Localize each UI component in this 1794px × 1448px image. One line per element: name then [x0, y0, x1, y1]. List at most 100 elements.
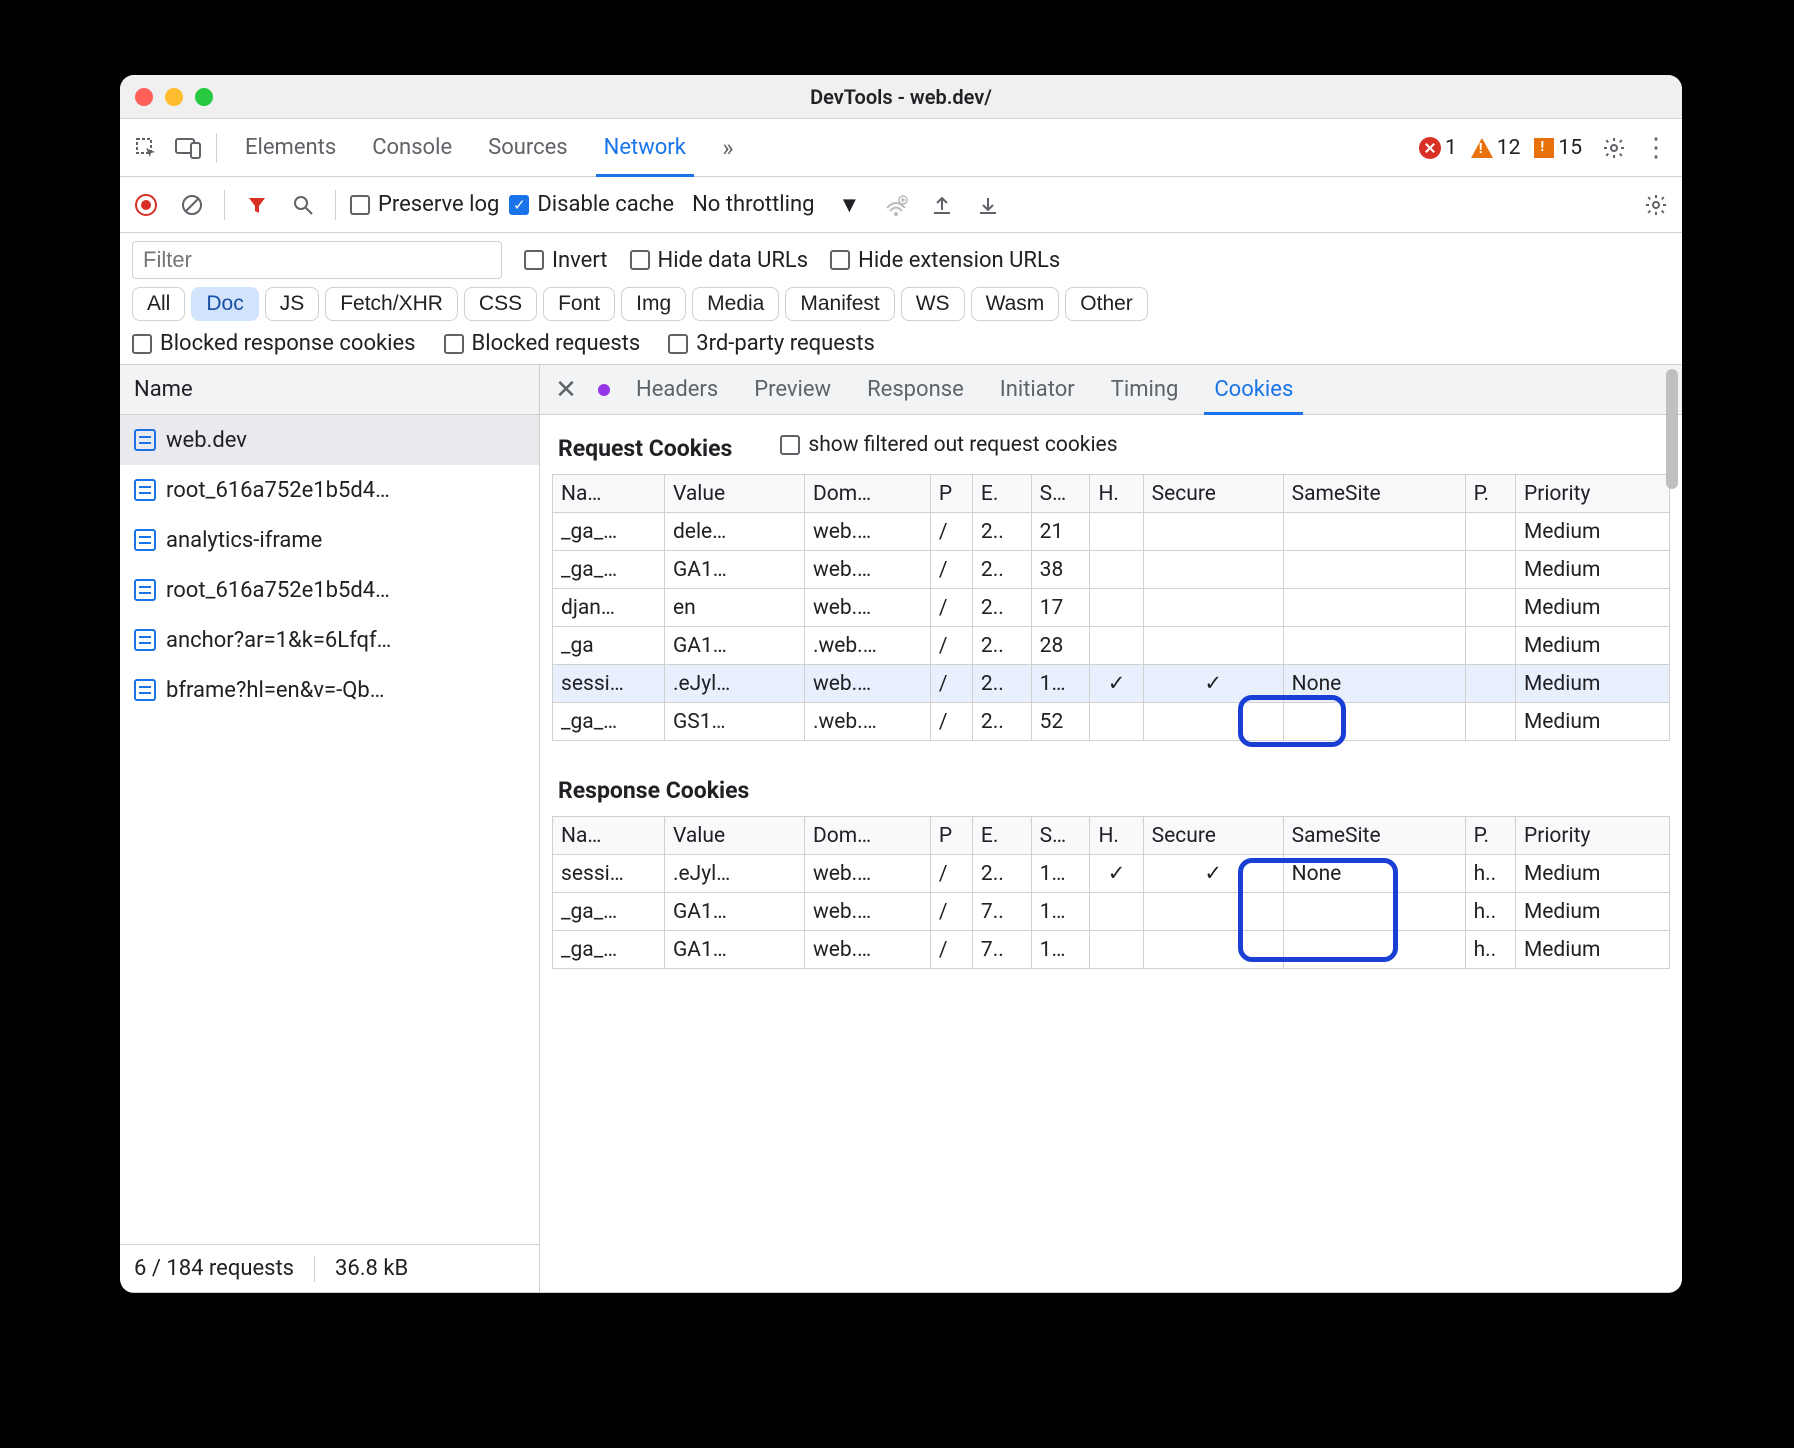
cookie-column-header[interactable]: Na… — [553, 817, 665, 855]
filter-type-media[interactable]: Media — [692, 287, 779, 321]
clear-button[interactable] — [174, 187, 210, 223]
cookie-column-header[interactable]: Priority — [1515, 475, 1669, 513]
scrollbar[interactable] — [1666, 365, 1680, 1292]
cookie-row[interactable]: _ga_…GA1…web.…/7..1…h..Medium — [553, 931, 1670, 969]
cookie-column-header[interactable]: S… — [1031, 475, 1090, 513]
invert-checkbox[interactable]: Invert — [524, 248, 608, 273]
show-filtered-cookies-checkbox[interactable]: show filtered out request cookies — [780, 433, 1117, 457]
cookie-column-header[interactable]: P — [930, 817, 972, 855]
cookie-column-header[interactable]: Secure — [1143, 817, 1283, 855]
cookie-column-header[interactable]: Secure — [1143, 475, 1283, 513]
filter-type-manifest[interactable]: Manifest — [785, 287, 894, 321]
document-icon — [134, 529, 156, 551]
filter-icon[interactable] — [239, 187, 275, 223]
warning-count[interactable]: 12 — [1471, 136, 1521, 160]
filter-type-js[interactable]: JS — [265, 287, 320, 321]
response-cookies-heading: Response Cookies — [540, 757, 1682, 816]
search-icon[interactable] — [285, 187, 321, 223]
cookie-column-header[interactable]: H. — [1090, 817, 1143, 855]
hide-extension-urls-checkbox[interactable]: Hide extension URLs — [830, 248, 1060, 273]
cookie-row[interactable]: _ga_…dele…web.…/2..21Medium — [553, 513, 1670, 551]
cookie-column-header[interactable]: Na… — [553, 475, 665, 513]
detail-tab-preview[interactable]: Preview — [736, 365, 849, 414]
cookie-column-header[interactable]: H. — [1090, 475, 1143, 513]
cookie-row[interactable]: _ga_…GA1…web.…/7..1…h..Medium — [553, 893, 1670, 931]
settings-gear-icon[interactable] — [1596, 130, 1632, 166]
request-row[interactable]: web.dev — [120, 415, 539, 465]
tab-network[interactable]: Network — [586, 119, 704, 176]
request-row[interactable]: root_616a752e1b5d4… — [120, 465, 539, 515]
error-icon — [1419, 137, 1441, 159]
cookie-column-header[interactable]: Dom… — [804, 817, 930, 855]
filter-type-css[interactable]: CSS — [464, 287, 537, 321]
tab-sources[interactable]: Sources — [470, 119, 586, 176]
filter-type-ws[interactable]: WS — [901, 287, 965, 321]
filter-type-doc[interactable]: Doc — [191, 287, 258, 321]
tab-console[interactable]: Console — [354, 119, 470, 176]
cookie-column-header[interactable]: Value — [664, 817, 804, 855]
name-column-header[interactable]: Name — [120, 365, 539, 415]
cookie-column-header[interactable]: P — [930, 475, 972, 513]
filter-type-img[interactable]: Img — [621, 287, 686, 321]
upload-har-icon[interactable] — [924, 187, 960, 223]
cookie-column-header[interactable]: P. — [1465, 817, 1515, 855]
filter-input[interactable] — [132, 241, 502, 279]
cookie-column-header[interactable]: Dom… — [804, 475, 930, 513]
request-row[interactable]: root_616a752e1b5d4… — [120, 565, 539, 615]
issue-count[interactable]: 15 — [1534, 136, 1582, 160]
filter-type-all[interactable]: All — [132, 287, 185, 321]
chevron-down-icon: ▼ — [838, 192, 860, 218]
detail-tab-headers[interactable]: Headers — [618, 365, 736, 414]
detail-tab-cookies[interactable]: Cookies — [1196, 365, 1311, 414]
detail-tab-response[interactable]: Response — [849, 365, 982, 414]
document-icon — [134, 629, 156, 651]
error-count[interactable]: 1 — [1419, 136, 1457, 160]
download-har-icon[interactable] — [970, 187, 1006, 223]
close-window-button[interactable] — [135, 88, 153, 106]
document-icon — [134, 679, 156, 701]
maximize-window-button[interactable] — [195, 88, 213, 106]
filter-type-wasm[interactable]: Wasm — [971, 287, 1060, 321]
filter-type-fetchxhr[interactable]: Fetch/XHR — [325, 287, 458, 321]
close-detail-icon[interactable]: ✕ — [546, 375, 586, 405]
network-settings-gear-icon[interactable] — [1638, 187, 1674, 223]
blocked-cookies-checkbox[interactable]: Blocked response cookies — [132, 331, 416, 356]
cookie-column-header[interactable]: E. — [972, 475, 1031, 513]
cookie-row[interactable]: _ga_…GA1…web.…/2..38Medium — [553, 551, 1670, 589]
cookie-row[interactable]: sessi….eJyl…web.…/2..1…✓✓Noneh..Medium — [553, 855, 1670, 893]
device-toggle-icon[interactable] — [170, 130, 206, 166]
cookie-row[interactable]: djan…enweb.…/2..17Medium — [553, 589, 1670, 627]
preserve-log-checkbox[interactable]: Preserve log — [350, 192, 499, 217]
throttling-select[interactable]: No throttling ▼ — [684, 188, 868, 222]
record-button[interactable] — [128, 187, 164, 223]
cookie-column-header[interactable]: Value — [664, 475, 804, 513]
detail-tab-timing[interactable]: Timing — [1093, 365, 1197, 414]
cookie-row[interactable]: _gaGA1….web.…/2..28Medium — [553, 627, 1670, 665]
cookie-column-header[interactable]: SameSite — [1283, 817, 1465, 855]
third-party-checkbox[interactable]: 3rd-party requests — [668, 331, 875, 356]
kebab-menu-icon[interactable]: ⋮ — [1638, 130, 1674, 166]
hide-data-urls-checkbox[interactable]: Hide data URLs — [630, 248, 809, 273]
cookie-column-header[interactable]: E. — [972, 817, 1031, 855]
request-row[interactable]: anchor?ar=1&k=6Lfqf… — [120, 615, 539, 665]
cookie-column-header[interactable]: Priority — [1515, 817, 1669, 855]
cookie-row[interactable]: _ga_…GS1….web.…/2..52Medium — [553, 703, 1670, 741]
request-row[interactable]: bframe?hl=en&v=-Qb… — [120, 665, 539, 715]
filter-type-font[interactable]: Font — [543, 287, 615, 321]
inspect-icon[interactable] — [128, 130, 164, 166]
detail-tab-initiator[interactable]: Initiator — [982, 365, 1093, 414]
request-detail: ✕ HeadersPreviewResponseInitiatorTimingC… — [540, 365, 1682, 1292]
cookie-column-header[interactable]: SameSite — [1283, 475, 1465, 513]
tab-elements[interactable]: Elements — [227, 119, 354, 176]
more-tabs-icon[interactable]: » — [710, 130, 746, 166]
filter-type-other[interactable]: Other — [1065, 287, 1148, 321]
minimize-window-button[interactable] — [165, 88, 183, 106]
disable-cache-checkbox[interactable]: Disable cache — [509, 192, 674, 217]
document-icon — [134, 579, 156, 601]
cookie-column-header[interactable]: P. — [1465, 475, 1515, 513]
blocked-requests-checkbox[interactable]: Blocked requests — [444, 331, 641, 356]
request-row[interactable]: analytics-iframe — [120, 515, 539, 565]
network-conditions-icon[interactable] — [878, 187, 914, 223]
cookie-column-header[interactable]: S… — [1031, 817, 1090, 855]
cookie-row[interactable]: sessi….eJyl…web.…/2..1…✓✓NoneMedium — [553, 665, 1670, 703]
